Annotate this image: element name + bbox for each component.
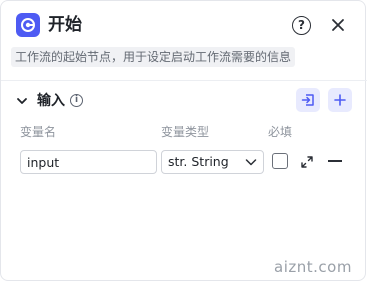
import-variable-button[interactable] [296, 88, 320, 112]
watermark: aiznt.com [274, 258, 352, 276]
remove-variable-button[interactable] [328, 160, 342, 162]
plus-icon [334, 94, 346, 106]
variable-type-select[interactable]: str. String [161, 150, 264, 174]
section-divider [1, 80, 367, 81]
column-header-type: 变量类型 [161, 125, 210, 139]
add-variable-button[interactable] [328, 88, 352, 112]
help-icon[interactable]: ? [292, 16, 311, 35]
input-section-title: 输入 [37, 93, 65, 109]
expand-icon[interactable] [300, 154, 314, 168]
required-checkbox[interactable] [272, 153, 288, 169]
panel-header: 开始 ? [1, 1, 367, 49]
column-header-name: 变量名 [20, 125, 57, 139]
variable-type-value: str. String [168, 154, 229, 169]
chevron-down-icon [245, 159, 257, 166]
column-header-required: 必填 [268, 125, 293, 139]
info-icon[interactable]: i [70, 94, 83, 107]
start-node-panel: 开始 ? 工作流的起始节点，用于设定启动工作流需要的信息 输入 i 变量名 变量… [0, 0, 367, 281]
variable-name-input[interactable] [20, 150, 157, 174]
start-node-icon [16, 13, 40, 37]
node-description: 工作流的起始节点，用于设定启动工作流需要的信息 [11, 47, 296, 67]
close-icon[interactable] [329, 16, 347, 34]
node-title: 开始 [48, 15, 82, 35]
import-icon [301, 94, 314, 106]
chevron-down-icon[interactable] [15, 93, 29, 107]
